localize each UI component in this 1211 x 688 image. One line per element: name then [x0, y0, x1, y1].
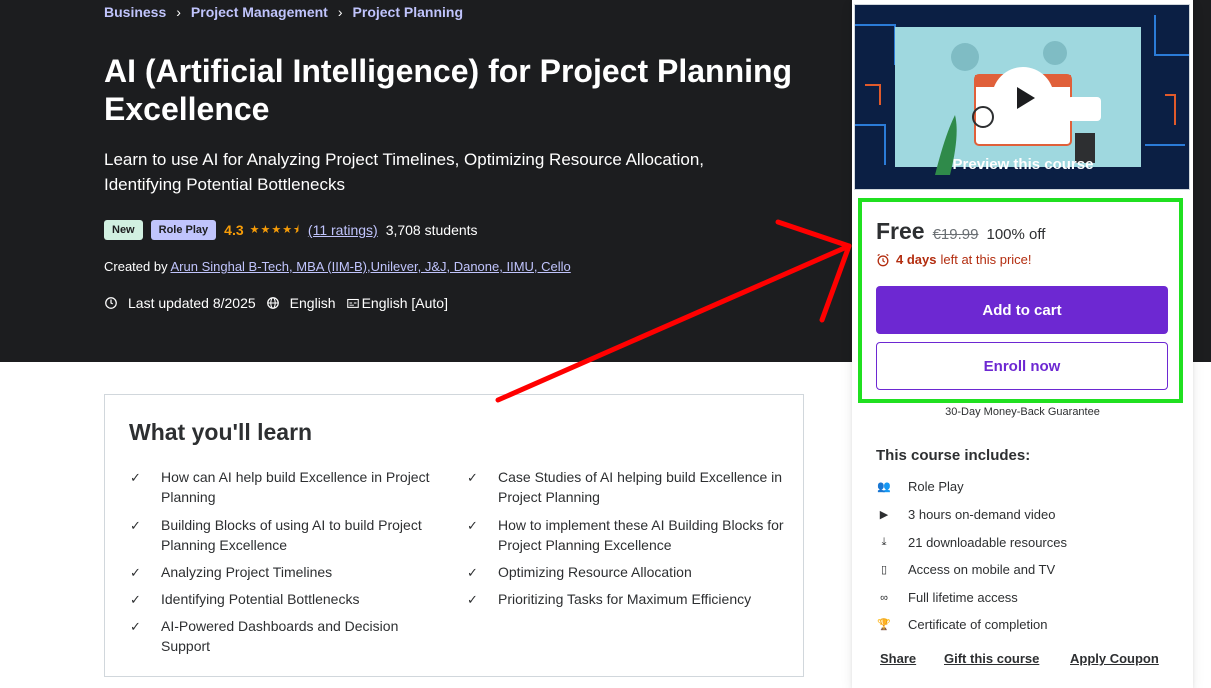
breadcrumb-project-planning[interactable]: Project Planning	[353, 4, 463, 20]
learn-item-text: How can AI help build Excellence in Proj…	[161, 469, 430, 505]
include-item: ▶ 3 hours on-demand video	[876, 507, 1056, 522]
learn-item: ✓ Analyzing Project Timelines	[130, 563, 451, 583]
learn-item: ✓ Building Blocks of using AI to build P…	[130, 516, 451, 555]
video-icon: ▶	[879, 509, 889, 521]
created-by-label: Created by	[104, 259, 168, 274]
trophy-icon: 🏆	[877, 619, 891, 631]
role-play-icon: 👥	[877, 481, 891, 493]
course-subtitle: Learn to use AI for Analyzing Project Ti…	[104, 150, 705, 194]
learn-item: ✓ How to implement these AI Building Blo…	[467, 516, 788, 555]
instructor-link[interactable]: Arun Singhal B-Tech, MBA (IIM-B),Unileve…	[171, 259, 571, 274]
check-icon: ✓	[130, 619, 141, 634]
learn-item-text: AI-Powered Dashboards and Decision Suppo…	[161, 618, 399, 654]
what-youll-learn: What you'll learn ✓ How can AI help buil…	[104, 394, 804, 677]
include-item: ∞ Full lifetime access	[876, 590, 1018, 605]
captions-icon	[346, 298, 359, 308]
created-by: Created by Arun Singhal B-Tech, MBA (IIM…	[104, 259, 571, 274]
students-count: 3,708 students	[385, 222, 478, 238]
course-captions: English [Auto]	[361, 295, 448, 311]
include-item: ▯ Access on mobile and TV	[876, 562, 1055, 577]
rating-value: 4.3	[224, 222, 244, 238]
learn-item: ✓ AI-Powered Dashboards and Decision Sup…	[130, 617, 451, 656]
course-meta: Last updated 8/2025 English English [Aut…	[104, 295, 458, 311]
star-rating-icon: ★★★★⯨	[249, 223, 300, 236]
learn-item: ✓ How can AI help build Excellence in Pr…	[130, 468, 451, 507]
apply-coupon-link[interactable]: Apply Coupon	[1070, 651, 1159, 666]
learn-item-text: Case Studies of AI helping build Excelle…	[498, 469, 783, 505]
check-icon: ✓	[467, 518, 478, 533]
play-icon[interactable]	[992, 67, 1054, 129]
include-label: 3 hours on-demand video	[908, 507, 1056, 522]
include-label: Full lifetime access	[908, 590, 1018, 605]
infinity-icon: ∞	[880, 591, 888, 604]
new-badge: New	[104, 220, 143, 240]
breadcrumb: Business › Project Management › Project …	[104, 4, 463, 20]
role-play-badge: Role Play	[150, 220, 217, 240]
learn-item-text: Prioritizing Tasks for Maximum Efficienc…	[498, 591, 752, 607]
highlight-annotation-box	[858, 198, 1183, 403]
gift-course-link[interactable]: Gift this course	[944, 651, 1039, 666]
last-updated: Last updated 8/2025	[128, 295, 256, 311]
include-item: 👥 Role Play	[876, 479, 964, 494]
alert-clock-icon	[105, 297, 117, 309]
check-icon: ✓	[130, 518, 141, 533]
course-title: AI (Artificial Intelligence) for Project…	[104, 53, 793, 127]
includes-title: This course includes:	[876, 447, 1031, 464]
learn-item-text: Analyzing Project Timelines	[161, 564, 333, 580]
money-back-guarantee: 30-Day Money-Back Guarantee	[945, 406, 1100, 418]
include-item: 🏆 Certificate of completion	[876, 617, 1047, 632]
include-label: Certificate of completion	[908, 617, 1048, 632]
learn-item: ✓ Case Studies of AI helping build Excel…	[467, 468, 788, 507]
learn-item-text: How to implement these AI Building Block…	[498, 517, 784, 553]
check-icon: ✓	[467, 592, 478, 607]
learn-item-text: Identifying Potential Bottlenecks	[161, 591, 360, 607]
course-stats: New Role Play 4.3 ★★★★⯨ (11 ratings) 3,7…	[104, 220, 478, 240]
preview-label[interactable]: Preview this course	[855, 156, 1189, 173]
learn-item: ✓ Optimizing Resource Allocation	[467, 563, 788, 583]
file-download-icon: ⤓	[881, 536, 887, 548]
breadcrumb-separator: ›	[337, 4, 343, 20]
check-icon: ✓	[467, 470, 478, 485]
check-icon: ✓	[130, 592, 141, 607]
share-link[interactable]: Share	[880, 651, 916, 666]
learn-title: What you'll learn	[129, 419, 313, 445]
breadcrumb-separator: ›	[176, 4, 181, 20]
ratings-link[interactable]: (11 ratings)	[308, 222, 378, 238]
check-icon: ✓	[130, 565, 141, 580]
learn-item-text: Optimizing Resource Allocation	[498, 564, 692, 580]
include-label: Access on mobile and TV	[908, 562, 1056, 577]
learn-item: ✓ Prioritizing Tasks for Maximum Efficie…	[467, 590, 788, 610]
course-language: English	[289, 295, 336, 311]
check-icon: ✓	[467, 565, 478, 580]
include-item: ⤓ 21 downloadable resources	[876, 535, 1067, 550]
mobile-icon: ▯	[880, 564, 888, 576]
check-icon: ✓	[130, 470, 141, 485]
breadcrumb-project-management[interactable]: Project Management	[191, 4, 328, 20]
learn-item-text: Building Blocks of using AI to build Pro…	[161, 517, 422, 553]
globe-icon	[266, 297, 279, 309]
breadcrumb-business[interactable]: Business	[104, 4, 166, 20]
course-preview[interactable]: Preview this course	[854, 4, 1190, 190]
learn-item: ✓ Identifying Potential Bottlenecks	[130, 590, 451, 610]
include-label: Role Play	[908, 479, 964, 494]
include-label: 21 downloadable resources	[908, 535, 1067, 550]
